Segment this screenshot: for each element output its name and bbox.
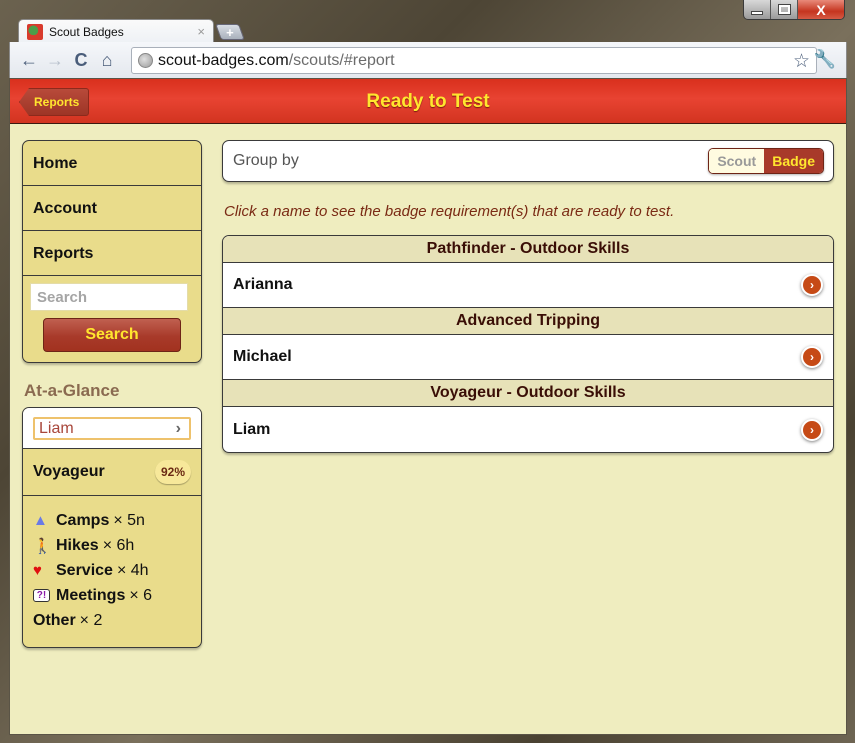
tent-icon: ▲ — [33, 512, 48, 529]
scout-name: Liam — [233, 420, 271, 438]
search-input[interactable] — [30, 283, 188, 311]
chevron-right-circle-icon[interactable]: › — [801, 346, 823, 368]
chevron-right-circle-icon[interactable]: › — [801, 274, 823, 296]
scout-select[interactable]: Liam › — [33, 417, 191, 440]
page-viewport: Ready to Test Reports Home Account Repor… — [9, 78, 847, 735]
stat-label: Meetings — [56, 586, 126, 604]
list-item[interactable]: Liam › — [223, 407, 833, 452]
scout-name: Michael — [233, 348, 292, 365]
url-path: /scouts/#report — [288, 51, 395, 69]
sidebar-item-reports[interactable]: Reports — [23, 231, 201, 276]
stat-label: Camps — [56, 511, 110, 529]
stat-meetings: ?! Meetings × 6 — [33, 583, 191, 608]
badge-name: Voyageur — [33, 463, 105, 480]
group-by-scout-option[interactable]: Scout — [709, 149, 765, 173]
url-host: scout-badges.com — [158, 51, 289, 69]
tab-close-icon[interactable]: × — [197, 24, 205, 39]
stat-service: ♥ Service × 4h — [33, 558, 191, 583]
browser-tab[interactable]: Scout Badges × — [18, 19, 214, 43]
plus-icon: + — [226, 24, 234, 40]
forward-arrow-icon[interactable]: → — [42, 50, 68, 71]
scout-selector-area: Liam › — [23, 408, 201, 449]
activity-stats: ▲ Camps × 5n 🚶 Hikes × 6h ♥ Service × 4h — [23, 496, 201, 647]
browser-toolbar: ← → C ⌂ scout-badges.com/scouts/#report … — [9, 42, 847, 78]
stat-value: × 2 — [79, 611, 103, 629]
badge-progress-badge: 92% — [154, 460, 191, 484]
badge-group-header: Voyageur - Outdoor Skills — [223, 380, 833, 407]
back-arrow-icon[interactable]: ← — [16, 50, 42, 71]
minimize-icon — [751, 10, 763, 15]
instruction-text: Click a name to see the badge requiremen… — [224, 203, 675, 220]
badge-group-header: Advanced Tripping — [223, 308, 833, 335]
sidebar: Home Account Reports Search At-a-Glance … — [22, 140, 202, 648]
maximize-button[interactable] — [771, 0, 798, 19]
minimize-button[interactable] — [744, 0, 771, 19]
tab-title: Scout Badges — [49, 24, 124, 39]
window-controls: X — [743, 0, 845, 20]
address-bar[interactable]: scout-badges.com/scouts/#report ☆ — [131, 47, 817, 74]
main-content: Group by Scout Badge Click a name to see… — [222, 140, 834, 453]
sidebar-item-account[interactable]: Account — [23, 186, 201, 231]
hiker-icon: 🚶 — [33, 537, 52, 555]
chevron-right-icon: › — [175, 419, 181, 437]
at-a-glance-panel: Liam › Voyageur 92% ▲ Camps × 5n 🚶 Hikes… — [22, 407, 202, 648]
nav-panel: Home Account Reports Search — [22, 140, 202, 363]
speech-bubble-icon: ?! — [33, 589, 50, 602]
group-by-toggle: Scout Badge — [708, 148, 824, 174]
group-by-label: Group by — [233, 152, 299, 169]
at-a-glance-heading: At-a-Glance — [24, 381, 120, 400]
bookmark-star-icon[interactable]: ☆ — [793, 50, 810, 73]
selected-scout: Liam — [39, 419, 74, 437]
close-icon: X — [816, 1, 826, 18]
page-title: Ready to Test — [366, 91, 490, 112]
stat-value: × 6h — [102, 536, 135, 554]
search-area: Search — [23, 276, 201, 362]
current-badge-row[interactable]: Voyageur 92% — [23, 449, 201, 496]
stat-label: Service — [56, 561, 113, 579]
stat-value: × 6 — [129, 586, 153, 604]
stat-other: Other × 2 — [33, 608, 191, 633]
reload-icon[interactable]: C — [68, 50, 94, 71]
app-header: Ready to Test Reports — [10, 79, 846, 124]
globe-icon — [138, 53, 153, 68]
group-by-badge-option[interactable]: Badge — [764, 149, 823, 173]
stat-value: × 4h — [116, 561, 149, 579]
list-item[interactable]: Michael › — [223, 335, 833, 380]
group-by-bar: Group by Scout Badge — [222, 140, 834, 182]
stat-hikes: 🚶 Hikes × 6h — [33, 533, 191, 558]
ready-to-test-list: Pathfinder - Outdoor Skills Arianna › Ad… — [222, 235, 834, 453]
badge-group-header: Pathfinder - Outdoor Skills — [223, 236, 833, 263]
browser-window: X Scout Badges × + ← → C ⌂ scout-badges.… — [0, 0, 855, 743]
search-button[interactable]: Search — [43, 318, 181, 352]
back-to-reports-button[interactable]: Reports — [19, 88, 90, 116]
scout-name: Arianna — [233, 276, 293, 293]
wrench-menu-icon[interactable]: 🔧 — [814, 49, 836, 70]
stat-label: Other — [33, 611, 76, 629]
stat-label: Hikes — [56, 536, 99, 554]
scout-badges-favicon-icon — [27, 23, 43, 40]
chevron-right-circle-icon[interactable]: › — [801, 418, 823, 441]
maximize-icon — [777, 4, 791, 15]
sidebar-item-home[interactable]: Home — [23, 141, 201, 186]
heart-icon: ♥ — [33, 562, 42, 579]
close-window-button[interactable]: X — [798, 0, 844, 19]
stat-camps: ▲ Camps × 5n — [33, 508, 191, 533]
list-item[interactable]: Arianna › — [223, 263, 833, 308]
stat-value: × 5n — [113, 511, 145, 529]
new-tab-button[interactable]: + — [215, 24, 245, 40]
home-icon[interactable]: ⌂ — [94, 50, 120, 71]
